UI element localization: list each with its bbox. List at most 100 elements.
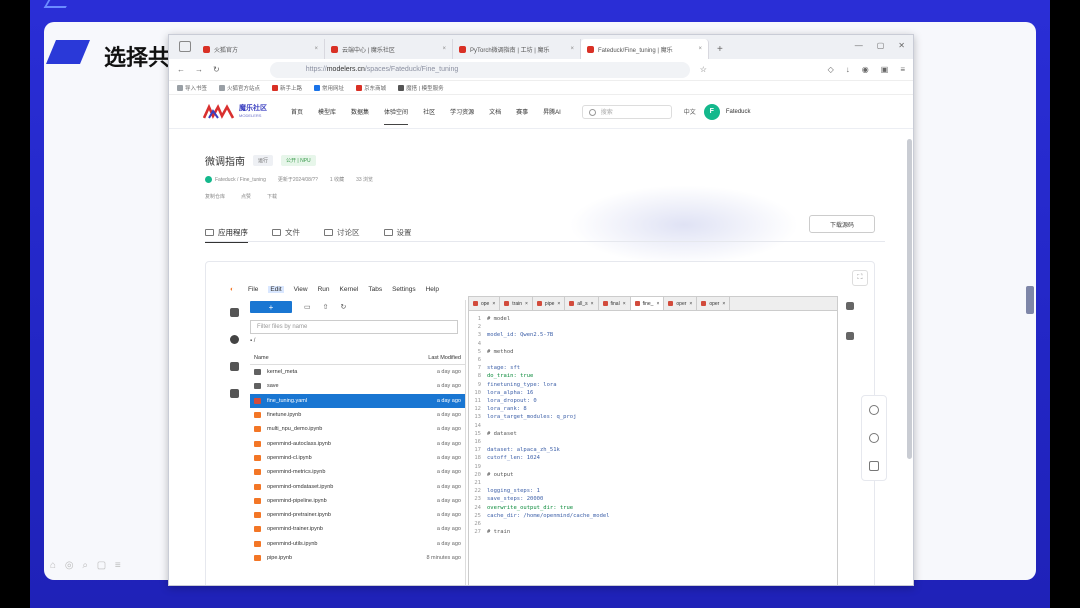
menu-item[interactable]: Run — [318, 286, 330, 293]
editor-tab[interactable]: final × — [599, 297, 631, 310]
upload-icon[interactable]: ⇧ — [323, 303, 329, 311]
nav-item[interactable]: 数据集 — [351, 95, 369, 129]
space-owner-link[interactable]: Fateduck / Fine_tuning — [215, 177, 266, 183]
bookmark-item[interactable]: 魔搭 | 模型服务 — [398, 84, 444, 92]
commands-icon[interactable] — [229, 362, 239, 371]
editor-tab[interactable]: all_s × — [565, 297, 599, 310]
language-switch[interactable]: 中文 — [684, 107, 696, 116]
browser-tab[interactable]: 云端中心 | 魔乐社区 × — [325, 39, 453, 59]
tab-close-icon[interactable]: × — [525, 301, 528, 307]
new-tab-button[interactable]: + — [709, 39, 731, 59]
bookmark-item[interactable]: 常用网址 — [314, 84, 344, 92]
nav-item[interactable]: 文档 — [489, 95, 501, 129]
page-scrollbar[interactable] — [907, 139, 912, 459]
nav-item[interactable]: 昇腾AI — [543, 95, 561, 129]
bookmark-star-icon[interactable]: ☆ — [700, 65, 707, 74]
tab-close-icon[interactable]: × — [570, 46, 574, 52]
property-inspector-icon[interactable] — [846, 302, 854, 310]
tab-close-icon[interactable]: × — [442, 46, 446, 52]
browser-tab[interactable]: 火狐官方 × — [197, 39, 325, 59]
filter-files-input[interactable]: Filter files by name — [250, 320, 458, 334]
menu-item[interactable]: View — [294, 286, 308, 293]
file-row[interactable]: openmind-cl.ipynb a day ago — [250, 451, 465, 465]
code-area[interactable]: 1 # model 2 3 model_id: Qwen2.5-7B 4 5 # method… — [469, 311, 837, 585]
feedback-icon[interactable] — [869, 405, 879, 415]
file-row[interactable]: pipe.ipynb 8 minutes ago — [250, 551, 465, 565]
bookmark-item[interactable]: 京东商城 — [356, 84, 386, 92]
column-name[interactable]: Name — [254, 355, 269, 361]
tab-close-icon[interactable]: × — [689, 301, 692, 307]
nav-item[interactable]: 社区 — [423, 95, 435, 129]
menu-item[interactable]: Kernel — [340, 286, 359, 293]
menu-item[interactable]: Tabs — [368, 286, 382, 293]
shield-icon[interactable]: ◇ — [828, 65, 834, 74]
help-icon[interactable] — [869, 433, 879, 443]
file-row[interactable]: kernel_meta a day ago — [250, 365, 465, 379]
editor-tab[interactable]: oper × — [664, 297, 698, 310]
refresh-icon[interactable]: ↻ — [341, 303, 347, 311]
space-tab[interactable]: 文件 — [272, 223, 300, 241]
mobile-icon[interactable] — [869, 461, 879, 471]
fullscreen-icon[interactable]: ⛶ — [852, 270, 868, 286]
menu-icon[interactable]: ≡ — [900, 65, 905, 74]
browser-tab[interactable]: Fateduck/Fine_tuning | 魔乐 × — [581, 39, 709, 59]
tab-close-icon[interactable]: × — [314, 46, 318, 52]
nav-item[interactable]: 赛事 — [516, 95, 528, 129]
file-row[interactable]: openmind-autoclass.ipynb a day ago — [250, 436, 465, 450]
bookmark-item[interactable]: 火狐官方站点 — [219, 84, 260, 92]
file-row[interactable]: multi_npu_demo.ipynb a day ago — [250, 422, 465, 436]
new-folder-icon[interactable]: ▭ — [304, 303, 311, 311]
forward-icon[interactable]: → — [195, 65, 203, 74]
editor-tab[interactable]: train × — [500, 297, 533, 310]
nav-item[interactable]: 学习资源 — [450, 95, 474, 129]
file-row[interactable]: openmind-pretrainer.ipynb a day ago — [250, 508, 465, 522]
reload-icon[interactable]: ↻ — [213, 65, 220, 74]
space-action[interactable]: 下载 — [267, 193, 277, 200]
debugger-icon[interactable] — [846, 332, 854, 340]
menu-item[interactable]: Settings — [392, 286, 416, 293]
tab-close-icon[interactable]: × — [591, 301, 594, 307]
nav-item[interactable]: 首页 — [291, 95, 303, 129]
file-row[interactable]: fine_tuning.yaml a day ago — [250, 393, 465, 408]
running-icon[interactable] — [229, 335, 239, 344]
space-tab[interactable]: 应用程序 — [205, 223, 248, 243]
download-icon[interactable]: ↓ — [846, 65, 850, 74]
site-logo[interactable]: 魔乐社区 MODELERS — [203, 103, 267, 120]
bookmark-item[interactable]: 导入书签 — [177, 84, 207, 92]
menu-item[interactable]: Help — [426, 286, 439, 293]
tab-close-icon[interactable]: × — [698, 46, 702, 52]
file-row[interactable]: openmind-omdataset.ipynb a day ago — [250, 479, 465, 493]
editor-tab[interactable]: fine_ × — [630, 297, 665, 310]
tab-close-icon[interactable]: × — [623, 301, 626, 307]
new-launcher-button[interactable]: + — [250, 301, 292, 313]
file-row[interactable]: save a day ago — [250, 379, 465, 393]
extension-icon[interactable] — [229, 389, 239, 398]
nav-item[interactable]: 模型库 — [318, 95, 336, 129]
tab-close-icon[interactable]: × — [656, 301, 659, 307]
url-field[interactable]: https://modelers.cn/spaces/Fateduck/Fine… — [269, 61, 690, 78]
side-tab-handle[interactable] — [1026, 286, 1034, 314]
menu-item[interactable]: File — [248, 286, 258, 293]
account-icon[interactable]: ◉ — [862, 65, 869, 74]
space-tab[interactable]: 讨论区 — [324, 223, 360, 241]
editor-tab[interactable]: ope × — [469, 297, 501, 310]
tab-overview-icon[interactable] — [179, 41, 191, 52]
space-action[interactable]: 点赞 — [241, 193, 251, 200]
breadcrumb[interactable]: ▪ / — [250, 338, 465, 350]
minimize-icon[interactable]: — — [855, 41, 863, 50]
bookmark-item[interactable]: 新手上路 — [272, 84, 302, 92]
nav-item[interactable]: 体验空间 — [384, 95, 409, 129]
tab-close-icon[interactable]: × — [492, 301, 495, 307]
space-tab[interactable]: 设置 — [383, 223, 412, 241]
username[interactable]: Fateduck — [726, 109, 751, 115]
download-source-button[interactable]: 下载源码 — [809, 215, 875, 233]
back-icon[interactable]: ← — [177, 65, 185, 74]
menu-item[interactable]: Edit — [268, 286, 284, 293]
editor-tab[interactable]: oper × — [697, 297, 731, 310]
editor-tab[interactable]: pipe × — [533, 297, 566, 310]
file-row[interactable]: openmind-pipeline.ipynb a day ago — [250, 494, 465, 508]
column-last-modified[interactable]: Last Modified — [428, 355, 461, 361]
site-search-input[interactable]: 搜索 — [581, 104, 672, 119]
avatar[interactable]: F — [703, 103, 720, 120]
file-row[interactable]: openmind-metrics.ipynb a day ago — [250, 465, 465, 479]
